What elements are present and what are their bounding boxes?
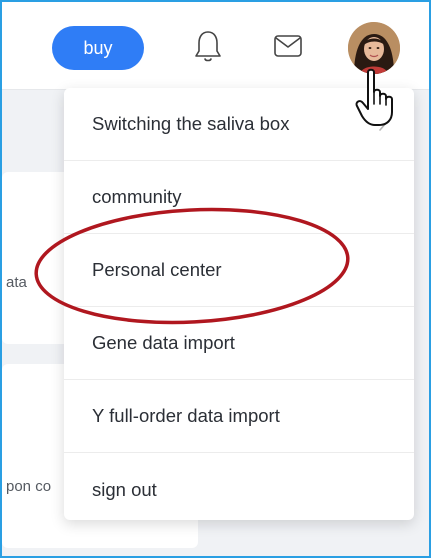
menu-item-label: community bbox=[92, 186, 182, 207]
menu-item-label: Personal center bbox=[92, 259, 222, 280]
mail-icon[interactable] bbox=[268, 26, 308, 66]
menu-item-label: Switching the saliva box bbox=[92, 113, 290, 134]
user-dropdown-menu: Switching the saliva box community Perso… bbox=[64, 88, 414, 520]
app-frame: buy ata pon co Switching the saliva box … bbox=[0, 0, 431, 558]
menu-item-community[interactable]: community bbox=[64, 161, 414, 234]
menu-item-label: sign out bbox=[92, 478, 157, 500]
menu-item-sign-out[interactable]: sign out bbox=[64, 453, 414, 526]
chevron-right-icon bbox=[378, 114, 388, 137]
buy-button[interactable]: buy bbox=[52, 26, 144, 70]
background-text: pon co bbox=[6, 478, 52, 495]
avatar[interactable] bbox=[348, 22, 400, 74]
menu-item-label: Gene data import bbox=[92, 332, 235, 353]
menu-item-label: Y full-order data import bbox=[92, 405, 280, 426]
menu-item-gene-data-import[interactable]: Gene data import bbox=[64, 307, 414, 380]
top-bar: buy bbox=[2, 2, 429, 90]
bell-icon[interactable] bbox=[188, 26, 228, 66]
menu-item-switch-saliva-box[interactable]: Switching the saliva box bbox=[64, 88, 414, 161]
menu-item-y-full-order-data-import[interactable]: Y full-order data import bbox=[64, 380, 414, 453]
background-text: ata bbox=[6, 274, 27, 291]
menu-item-personal-center[interactable]: Personal center bbox=[64, 234, 414, 307]
